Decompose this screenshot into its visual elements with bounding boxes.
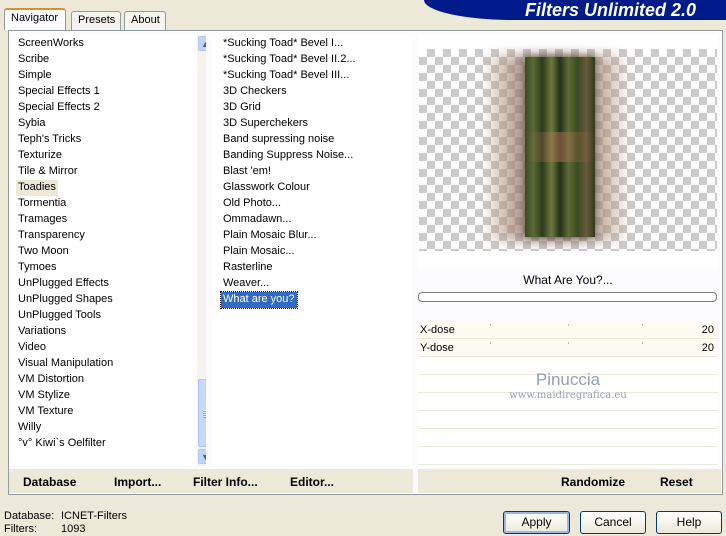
category-item[interactable]: VM Distortion	[16, 372, 86, 388]
param-row-empty	[418, 430, 718, 447]
category-item[interactable]: Special Effects 2	[16, 100, 102, 116]
slider-tick	[490, 342, 491, 344]
category-item[interactable]: ScreenWorks	[16, 36, 86, 52]
help-button[interactable]: Help	[656, 511, 722, 534]
cancel-button[interactable]: Cancel	[580, 511, 646, 534]
category-item[interactable]: Sybia	[16, 116, 48, 132]
app-banner: Filters Unlimited 2.0	[424, 0, 726, 20]
tab-about[interactable]: About	[124, 11, 166, 30]
filter-list[interactable]: *Sucking Toad* Bevel I... *Sucking Toad* …	[212, 35, 412, 466]
category-item[interactable]: °v° Kiwi`s Oelfilter	[16, 436, 108, 452]
param-row-x-dose[interactable]: X-dose 20	[418, 322, 718, 339]
param-row-empty	[418, 412, 718, 429]
right-action-bar: Randomize Reset	[418, 469, 721, 493]
arrow-down-icon[interactable]: ▼	[198, 449, 206, 464]
preview-image	[525, 57, 595, 237]
filter-item[interactable]: Banding Suppress Noise...	[221, 148, 355, 164]
filters-count: 1093	[61, 523, 86, 535]
category-item[interactable]: Two Moon	[16, 244, 71, 260]
filter-item[interactable]: Ommadawn...	[221, 212, 293, 228]
filter-item[interactable]: 3D Checkers	[221, 84, 289, 100]
filters-label: Filters:	[4, 523, 37, 535]
reset-button[interactable]: Reset	[660, 475, 693, 489]
category-item[interactable]: Transparency	[16, 228, 87, 244]
slider-tick	[568, 342, 569, 344]
category-item[interactable]: Willy	[16, 420, 43, 436]
filter-item[interactable]: Band supressing noise	[221, 132, 336, 148]
category-item[interactable]: Special Effects 1	[16, 84, 102, 100]
slider-tick	[490, 324, 491, 326]
filter-item[interactable]: Rasterline	[221, 260, 275, 276]
category-item[interactable]: Toadies	[16, 180, 58, 196]
category-item[interactable]: VM Stylize	[16, 388, 72, 404]
param-row-empty	[418, 448, 718, 465]
category-item[interactable]: Scribe	[16, 52, 51, 68]
category-item[interactable]: Tormentia	[16, 196, 68, 212]
category-item[interactable]: VM Texture	[16, 404, 75, 420]
filter-item[interactable]: *Sucking Toad* Bevel III...	[221, 68, 351, 84]
filter-item[interactable]: *Sucking Toad* Bevel II.2...	[221, 52, 358, 68]
category-item[interactable]: Tile & Mirror	[16, 164, 79, 180]
category-item[interactable]: Variations	[16, 324, 68, 340]
filter-item[interactable]: *Sucking Toad* Bevel I...	[221, 36, 345, 52]
category-item[interactable]: UnPlugged Tools	[16, 308, 103, 324]
category-item[interactable]: Tymoes	[16, 260, 59, 276]
scrollbar-thumb[interactable]	[198, 379, 206, 447]
slider-tick	[642, 342, 643, 344]
filter-item[interactable]: Blast 'em!	[221, 164, 273, 180]
arrow-up-icon[interactable]: ▲	[198, 36, 206, 51]
filter-item[interactable]: What are you?	[220, 291, 298, 309]
param-value: 20	[701, 324, 714, 336]
category-item[interactable]: Texturize	[16, 148, 64, 164]
left-action-bar: Database Import... Filter Info... Editor…	[9, 469, 413, 493]
import-button[interactable]: Import...	[114, 475, 161, 489]
category-item[interactable]: Tramages	[16, 212, 69, 228]
progress-bar	[418, 292, 717, 302]
filter-item[interactable]: Glasswork Colour	[221, 180, 312, 196]
filter-title: What Are You?...	[523, 273, 613, 287]
category-item[interactable]: UnPlugged Effects	[16, 276, 111, 292]
filter-item[interactable]: Old Photo...	[221, 196, 283, 212]
filter-item[interactable]: 3D Grid	[221, 100, 263, 116]
tab-navigator[interactable]: Navigator	[4, 8, 66, 30]
filter-item[interactable]: Plain Mosaic Blur...	[221, 228, 319, 244]
watermark-url: www.maidiregrafica.eu	[509, 390, 627, 401]
category-scrollbar[interactable]: ▲ ▼	[197, 35, 206, 466]
preview-area	[418, 35, 718, 267]
database-label: Database:	[4, 510, 55, 522]
category-list[interactable]: ScreenWorks Scribe Simple Special Effects 1…	[9, 35, 206, 466]
category-item[interactable]: Simple	[16, 68, 54, 84]
category-item[interactable]: Video	[16, 340, 48, 356]
randomize-button[interactable]: Randomize	[561, 475, 625, 489]
editor-button[interactable]: Editor...	[290, 475, 334, 489]
param-label: X-dose	[420, 324, 455, 336]
database-value: ICNET-Filters	[61, 510, 127, 522]
filter-info-button[interactable]: Filter Info...	[193, 475, 258, 489]
database-button[interactable]: Database	[23, 475, 76, 489]
filter-item[interactable]: Plain Mosaic...	[221, 244, 297, 260]
slider-tick	[642, 324, 643, 326]
param-row-y-dose[interactable]: Y-dose 20	[418, 340, 718, 357]
param-label: Y-dose	[420, 342, 454, 354]
watermark-name: Pinuccia	[535, 370, 601, 389]
preview-checkerboard	[419, 49, 717, 251]
banner-title: Filters Unlimited 2.0	[524, 0, 696, 20]
apply-button[interactable]: Apply	[503, 511, 570, 534]
filter-item[interactable]: 3D Superchekers	[221, 116, 310, 132]
tab-presets[interactable]: Presets	[71, 11, 121, 30]
filter-item[interactable]: Weaver...	[221, 276, 271, 292]
slider-tick	[568, 324, 569, 326]
category-item[interactable]: UnPlugged Shapes	[16, 292, 115, 308]
param-value: 20	[701, 342, 714, 354]
category-item[interactable]: Visual Manipulation	[16, 356, 115, 372]
category-item[interactable]: Teph's Tricks	[16, 132, 83, 148]
